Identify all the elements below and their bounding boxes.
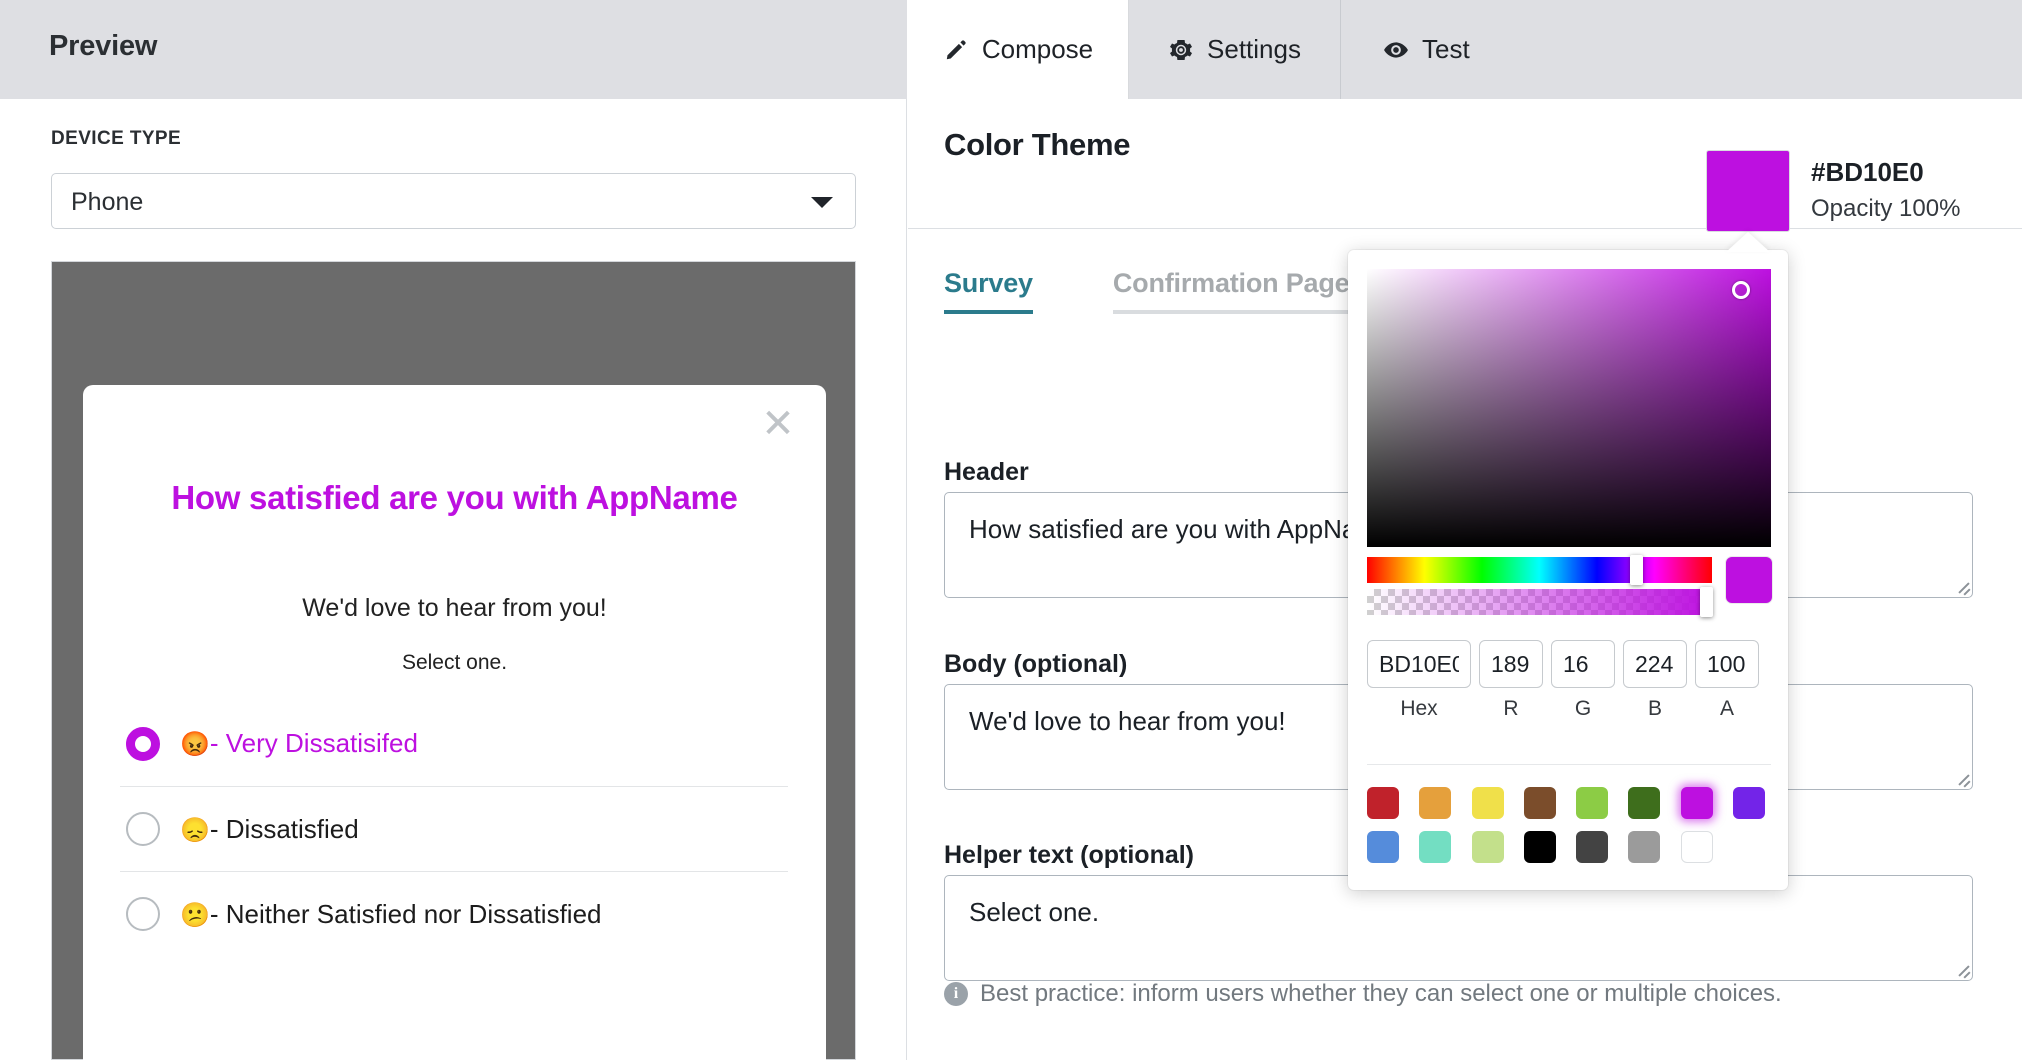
survey-helper-text: Select one. — [401, 651, 508, 674]
color-picker-popup: Hex R G B A — [1348, 250, 1788, 890]
saturation-value-handle[interactable] — [1731, 280, 1750, 299]
survey-option-row[interactable]: 😞- Dissatisfied — [120, 786, 788, 871]
color-picker-arrow — [1726, 232, 1770, 252]
helper-field-input[interactable] — [944, 875, 1973, 981]
device-type-label: DEVICE TYPE — [51, 128, 182, 149]
eye-icon — [1383, 37, 1409, 63]
color-theme-title: Color Theme — [944, 127, 1131, 162]
phone-preview-frame: ✕ How satisfied are you with AppName We'… — [51, 261, 856, 1060]
palette-swatch[interactable] — [1628, 831, 1661, 863]
subtab-survey[interactable]: Survey — [944, 268, 1033, 314]
confused-face-emoji: 😕 — [180, 901, 210, 929]
device-type-value: Phone — [71, 188, 144, 216]
hex-input[interactable] — [1367, 640, 1471, 688]
survey-option-row[interactable]: 😡- Very Dissatisifed — [120, 701, 788, 786]
header-field-label: Header — [944, 458, 1029, 486]
tab-settings-label: Settings — [1207, 34, 1301, 64]
radio-button-icon[interactable] — [126, 726, 160, 761]
survey-option-row[interactable]: 😕- Neither Satisfied nor Dissatisfied — [120, 871, 788, 956]
palette-swatch[interactable] — [1576, 787, 1608, 819]
tab-test-label: Test — [1422, 34, 1470, 64]
palette-swatch[interactable] — [1680, 787, 1713, 819]
survey-option-text: - Neither Satisfied nor Dissatisfied — [209, 898, 602, 929]
palette-swatch[interactable] — [1367, 787, 1399, 819]
survey-preview-card: ✕ How satisfied are you with AppName We'… — [83, 385, 826, 1060]
subtab-confirmation-page[interactable]: Confirmation Page — [1112, 268, 1350, 314]
palette-swatch[interactable] — [1732, 787, 1765, 819]
blue-input-label: B — [1647, 697, 1662, 720]
survey-options-list: 😡- Very Dissatisifed 😞- Dissatisfied 😕- … — [120, 701, 788, 956]
palette-swatch[interactable] — [1576, 831, 1608, 863]
color-theme-hex-value: #BD10E0 — [1811, 157, 1924, 187]
body-field-label: Body (optional) — [944, 650, 1128, 678]
red-input[interactable] — [1479, 640, 1543, 688]
close-icon[interactable]: ✕ — [760, 404, 796, 444]
survey-option-text: - Dissatisfied — [209, 813, 359, 844]
sad-face-emoji: 😞 — [180, 816, 210, 844]
device-type-select[interactable]: Phone — [51, 173, 856, 229]
alpha-input-label: A — [1719, 697, 1734, 720]
palette-swatch[interactable] — [1523, 787, 1556, 819]
survey-option-label: 😞- Dissatisfied — [180, 814, 359, 845]
palette-swatch[interactable] — [1367, 831, 1399, 863]
angry-face-emoji: 😡 — [180, 731, 210, 758]
palette-swatch[interactable] — [1628, 787, 1661, 819]
tab-settings[interactable]: Settings — [1129, 0, 1341, 99]
chevron-down-icon — [811, 197, 833, 208]
green-input-label: G — [1574, 697, 1592, 720]
best-practice-text: Best practice: inform users whether they… — [980, 980, 1782, 1007]
hex-input-label: Hex — [1400, 697, 1438, 720]
pencil-icon — [943, 37, 969, 63]
survey-option-label: 😡- Very Dissatisifed — [180, 728, 418, 759]
radio-button-icon[interactable] — [126, 897, 160, 931]
sub-tab-bar: Survey Confirmation Page — [944, 268, 1350, 314]
alpha-slider-thumb[interactable] — [1700, 587, 1713, 617]
blue-input[interactable] — [1623, 640, 1687, 688]
alpha-slider[interactable] — [1367, 589, 1712, 615]
palette-swatch[interactable] — [1471, 831, 1504, 863]
palette-swatch[interactable] — [1680, 831, 1713, 863]
best-practice-note: i Best practice: inform users whether th… — [944, 980, 1782, 1008]
app-root: Preview DEVICE TYPE Phone ✕ How satisfie… — [0, 0, 2022, 1060]
palette-swatch[interactable] — [1471, 787, 1504, 819]
info-icon: i — [944, 982, 968, 1006]
alpha-input[interactable] — [1695, 640, 1759, 688]
hue-slider-thumb[interactable] — [1630, 555, 1644, 585]
color-value-inputs: Hex R G B A — [1367, 640, 1771, 721]
color-theme-opacity-value: Opacity 100% — [1811, 195, 1961, 222]
palette-swatch[interactable] — [1419, 787, 1452, 819]
tab-compose[interactable]: Compose — [908, 0, 1129, 99]
hue-slider[interactable] — [1367, 557, 1712, 583]
survey-option-text: - Very Dissatisifed — [209, 728, 418, 758]
tab-compose-label: Compose — [981, 34, 1094, 64]
palette-swatch[interactable] — [1419, 831, 1452, 863]
color-theme-swatch-button[interactable] — [1706, 150, 1790, 232]
color-theme-row: Color Theme #BD10E0 Opacity 100% — [908, 99, 2022, 232]
saturation-value-area[interactable] — [1367, 269, 1771, 547]
tab-test[interactable]: Test — [1341, 0, 2022, 99]
page-title: Preview — [49, 30, 158, 62]
red-input-label: R — [1503, 697, 1519, 720]
palette-swatch[interactable] — [1523, 831, 1556, 863]
survey-option-label: 😕- Neither Satisfied nor Dissatisfied — [180, 899, 602, 930]
survey-header-text: How satisfied are you with AppName — [171, 479, 738, 516]
gear-icon — [1168, 37, 1194, 63]
tab-bar: Compose Settings Test — [908, 0, 2022, 99]
radio-button-icon[interactable] — [126, 812, 160, 846]
green-input[interactable] — [1551, 640, 1615, 688]
helper-field-label: Helper text (optional) — [944, 841, 1195, 869]
preview-panel: Preview DEVICE TYPE Phone ✕ How satisfie… — [0, 0, 907, 1060]
color-palette-grid — [1367, 764, 1771, 863]
survey-body-text: We'd love to hear from you! — [302, 594, 607, 622]
color-preview-chip — [1726, 557, 1772, 603]
